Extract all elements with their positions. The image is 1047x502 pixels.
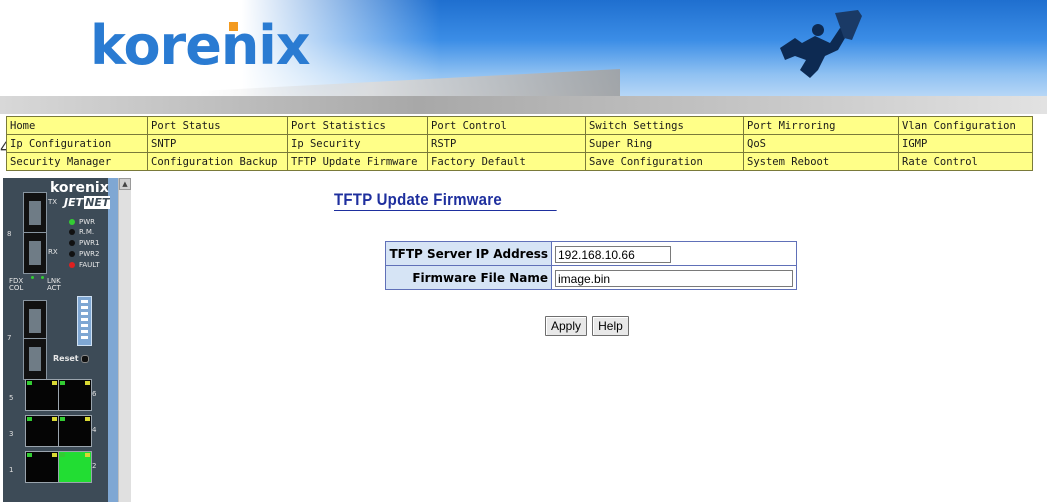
port-label-7: 7 [7, 334, 12, 342]
nav-item-save-configuration[interactable]: Save Configuration [585, 152, 744, 171]
page-title: TFTP Update Firmware [334, 190, 557, 211]
rm-label: R.M. [79, 228, 95, 236]
tftp-settings-form: TFTP Server IP Address Firmware File Nam… [385, 241, 797, 290]
panel-side-strip [108, 178, 118, 502]
korenix-logo: korenix [90, 14, 311, 77]
form-row-server-ip: TFTP Server IP Address [385, 241, 797, 266]
nav-item-super-ring[interactable]: Super Ring [585, 134, 744, 153]
tx-label: TX [48, 198, 58, 206]
device-brand-logo: korenix [50, 180, 109, 196]
file-name-label: Firmware File Name [385, 265, 552, 290]
rj45-port-4[interactable] [58, 415, 92, 447]
port-label-6: 6 [92, 390, 97, 398]
pwr1-label: PWR1 [79, 239, 100, 247]
rx-label: RX [48, 248, 58, 256]
rj45-port-3[interactable] [25, 415, 59, 447]
file-name-cell [551, 265, 797, 290]
file-name-input[interactable] [555, 270, 793, 288]
nav-item-system-reboot[interactable]: System Reboot [743, 152, 899, 171]
fault-led [69, 262, 75, 268]
header-banner: korenix [0, 0, 1047, 114]
nav-item-qos[interactable]: QoS [743, 134, 899, 153]
nav-item-factory-default[interactable]: Factory Default [427, 152, 586, 171]
nav-item-rstp[interactable]: RSTP [427, 134, 586, 153]
rj45-port-6[interactable] [58, 379, 92, 411]
dip-switch [77, 296, 92, 346]
help-button[interactable]: Help [592, 316, 629, 336]
port-label-4: 4 [92, 426, 97, 434]
server-ip-cell [551, 241, 797, 266]
nav-item-port-mirroring[interactable]: Port Mirroring [743, 116, 899, 135]
port-label-2: 2 [92, 462, 97, 470]
lnk-led [41, 276, 44, 279]
nav-item-vlan-configuration[interactable]: Vlan Configuration [898, 116, 1033, 135]
nav-item-sntp[interactable]: SNTP [147, 134, 288, 153]
device-front-panel: korenix JET NET 8 TX RX PWR R.M. PWR1 PWR… [3, 178, 118, 502]
logo-dot [229, 22, 238, 31]
pwr-led [69, 219, 75, 225]
nav-row: Home Port Status Port Statistics Port Contr… [6, 116, 1033, 135]
server-ip-label: TFTP Server IP Address [385, 241, 552, 266]
nav-item-igmp[interactable]: IGMP [898, 134, 1033, 153]
nav-item-port-control[interactable]: Port Control [427, 116, 586, 135]
port-label-5: 5 [9, 394, 14, 402]
fiber-port-7-tx[interactable] [23, 300, 47, 342]
rm-led [69, 229, 75, 235]
pwr-label: PWR [79, 218, 96, 226]
main-menu: Home Port Status Port Statistics Port Contr… [6, 116, 1033, 171]
port-label-3: 3 [9, 430, 14, 438]
server-ip-input[interactable] [555, 246, 671, 264]
nav-item-port-status[interactable]: Port Status [147, 116, 288, 135]
port-label-8: 8 [7, 230, 12, 238]
nav-item-home[interactable]: Home [6, 116, 148, 135]
nav-item-port-statistics[interactable]: Port Statistics [287, 116, 428, 135]
apply-button[interactable]: Apply [545, 316, 588, 336]
fiber-port-7-rx[interactable] [23, 338, 47, 380]
nav-row: Ip Configuration SNTP Ip Security RSTP Super… [6, 134, 1033, 153]
form-row-file-name: Firmware File Name [385, 265, 797, 290]
fault-label: FAULT [79, 261, 100, 269]
fdx-led [31, 276, 34, 279]
rj45-port-5[interactable] [25, 379, 59, 411]
rj45-port-2[interactable] [58, 451, 92, 483]
nav-item-switch-settings[interactable]: Switch Settings [585, 116, 744, 135]
skateboarder-image [780, 10, 862, 78]
fiber-port-8-rx[interactable] [23, 232, 47, 274]
nav-item-ip-security[interactable]: Ip Security [287, 134, 428, 153]
nav-item-ip-configuration[interactable]: Ip Configuration [6, 134, 148, 153]
banner-ground [0, 96, 1047, 114]
fiber-port-8-tx[interactable] [23, 192, 47, 234]
pwr1-led [69, 240, 75, 246]
net-text: NET [84, 196, 111, 209]
port-label-1: 1 [9, 466, 14, 474]
nav-item-security-manager[interactable]: Security Manager [6, 152, 148, 171]
panel-scrollbar[interactable]: ▲ [118, 178, 131, 502]
jetnet-logo: JET NET [63, 196, 111, 209]
lnk-act-label: LNK ACT [47, 277, 61, 292]
nav-item-configuration-backup[interactable]: Configuration Backup [147, 152, 288, 171]
reset-label: Reset [53, 354, 79, 363]
reset-button[interactable] [81, 355, 89, 363]
jet-text: JET [64, 196, 84, 209]
pwr2-led [69, 251, 75, 257]
rj45-port-1[interactable] [25, 451, 59, 483]
nav-row: Security Manager Configuration Backup TFTP… [6, 152, 1033, 171]
nav-item-rate-control[interactable]: Rate Control [898, 152, 1033, 171]
action-buttons: Apply Help [545, 315, 629, 336]
nav-item-tftp-update-firmware[interactable]: TFTP Update Firmware [287, 152, 428, 171]
scroll-up-arrow-icon[interactable]: ▲ [119, 178, 131, 190]
fdx-col-label: FDX COL [9, 277, 24, 292]
pwr2-label: PWR2 [79, 250, 100, 258]
